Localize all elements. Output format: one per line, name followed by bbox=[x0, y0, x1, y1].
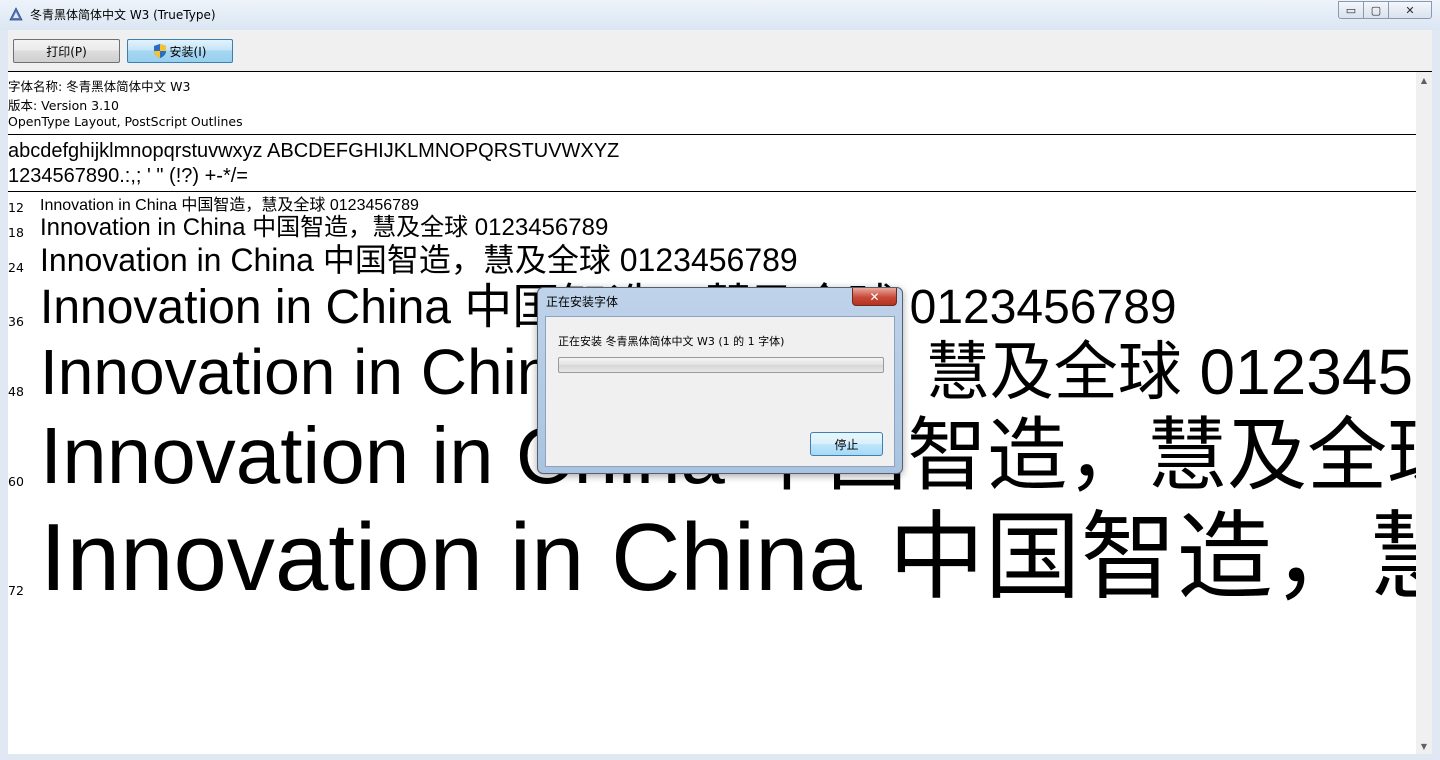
dialog-title: 正在安装字体 bbox=[546, 295, 619, 309]
divider bbox=[8, 134, 1416, 135]
sample-text: Innovation in China 中国智造，慧及全球 0123456789 bbox=[40, 242, 798, 278]
window-controls: ▭ ▢ ✕ bbox=[1338, 1, 1432, 19]
charset-symbols: 1234567890.:,; ' " (!?) +-*/= bbox=[8, 165, 248, 187]
divider bbox=[8, 191, 1416, 192]
uac-shield-icon bbox=[153, 44, 166, 58]
close-button[interactable]: ✕ bbox=[1388, 1, 1432, 19]
install-button-label: 安装(I) bbox=[169, 44, 207, 59]
close-icon: ✕ bbox=[869, 289, 880, 304]
print-button[interactable]: 打印(P) bbox=[13, 39, 120, 63]
stop-button-label: 停止 bbox=[834, 437, 859, 452]
sample-text: Innovation in China 中国智造，慧及全球 0123456789 bbox=[40, 504, 1416, 611]
minimize-button[interactable]: ▭ bbox=[1338, 1, 1364, 19]
size-label: 12 bbox=[8, 200, 24, 215]
size-label: 18 bbox=[8, 225, 24, 240]
install-status-message: 正在安装 冬青黑体简体中文 W3 (1 的 1 字体) bbox=[558, 335, 785, 348]
toolbar: 打印(P) 安装(I) bbox=[8, 30, 1432, 72]
install-button[interactable]: 安装(I) bbox=[127, 39, 233, 63]
size-label: 48 bbox=[8, 384, 24, 399]
scroll-up-icon[interactable]: ▲ bbox=[1416, 72, 1432, 88]
window-frame-bottom bbox=[8, 754, 1432, 760]
font-app-icon bbox=[9, 7, 23, 21]
maximize-icon: ▢ bbox=[1370, 3, 1382, 17]
scroll-down-icon[interactable]: ▼ bbox=[1416, 738, 1432, 754]
charset-letters: abcdefghijklmnopqrstuvwxyz ABCDEFGHIJKLM… bbox=[8, 140, 620, 162]
font-type-line: OpenType Layout, PostScript Outlines bbox=[8, 114, 243, 129]
install-progress-bar bbox=[558, 357, 884, 373]
sample-text: Innovation in China 中国智造，慧及全球 0123456789 bbox=[40, 197, 419, 214]
sample-text: Innovation in China 中国智造，慧及全球 0123456789 bbox=[40, 214, 609, 241]
print-button-label: 打印(P) bbox=[46, 44, 87, 59]
vertical-scrollbar[interactable]: ▲ ▼ bbox=[1416, 72, 1432, 754]
font-name-line: 字体名称: 冬青黑体简体中文 W3 bbox=[8, 79, 191, 94]
stop-button[interactable]: 停止 bbox=[810, 432, 883, 456]
size-label: 72 bbox=[8, 583, 24, 598]
dialog-close-button[interactable]: ✕ bbox=[852, 288, 897, 306]
font-version-line: 版本: Version 3.10 bbox=[8, 98, 119, 113]
installing-fonts-dialog: 正在安装字体 ✕ 正在安装 冬青黑体简体中文 W3 (1 的 1 字体) 停止 bbox=[537, 287, 903, 474]
dialog-body: 正在安装 冬青黑体简体中文 W3 (1 的 1 字体) 停止 bbox=[545, 316, 895, 467]
size-label: 60 bbox=[8, 474, 24, 489]
size-label: 24 bbox=[8, 260, 24, 275]
close-icon: ✕ bbox=[1405, 3, 1415, 17]
title-bar: 冬青黑体简体中文 W3 (TrueType) ▭ ▢ ✕ bbox=[0, 0, 1440, 30]
maximize-button[interactable]: ▢ bbox=[1363, 1, 1389, 19]
window-title: 冬青黑体简体中文 W3 (TrueType) bbox=[30, 8, 216, 22]
size-label: 36 bbox=[8, 314, 24, 329]
minimize-icon: ▭ bbox=[1345, 3, 1357, 17]
